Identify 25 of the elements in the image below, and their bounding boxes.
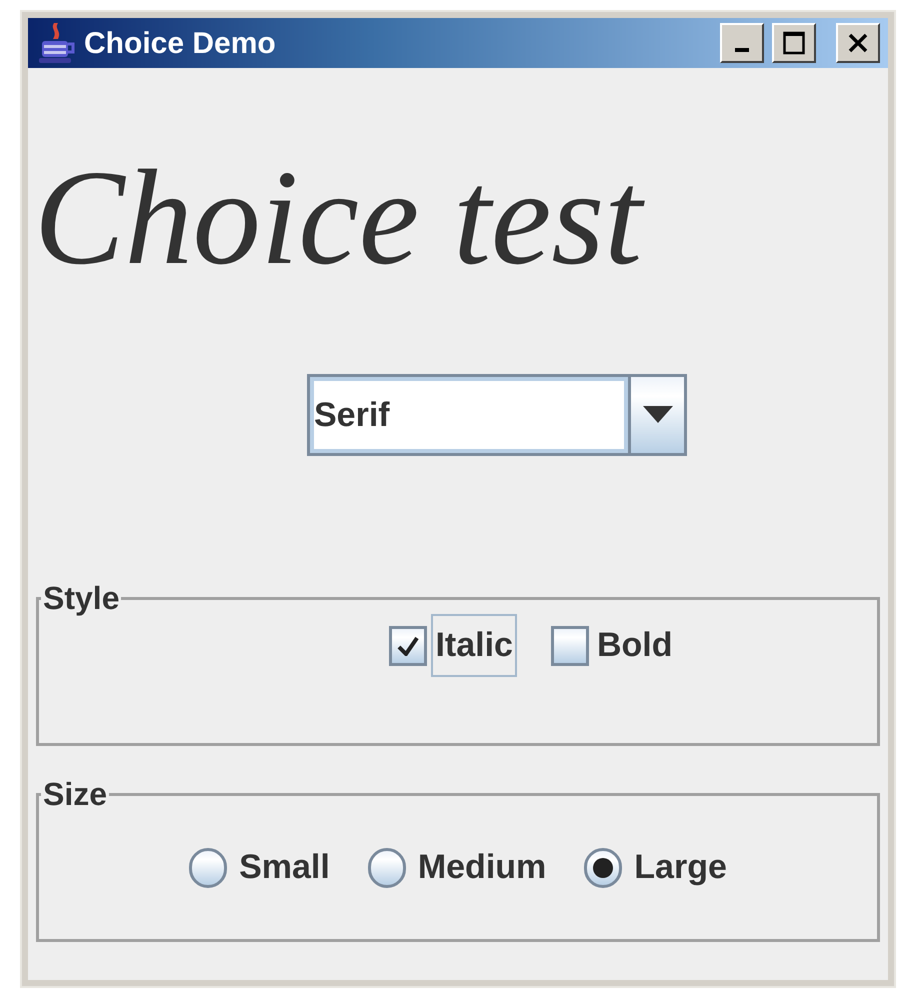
checkbox-label: Italic xyxy=(431,614,517,677)
maximize-button[interactable] xyxy=(772,23,816,63)
radio-button[interactable] xyxy=(368,848,406,888)
window-title: Choice Demo xyxy=(84,26,277,62)
checkbox[interactable] xyxy=(389,626,428,666)
style-group-title: Style xyxy=(42,579,120,618)
preview-text: Choice test xyxy=(34,150,642,286)
checkbox-label: Bold xyxy=(596,625,674,666)
close-button[interactable] xyxy=(836,23,880,63)
dropdown-value: Serif xyxy=(314,394,390,436)
minimize-icon xyxy=(735,48,749,52)
radio-button[interactable] xyxy=(189,848,228,888)
radio-label: Medium xyxy=(418,847,546,888)
size-group-title: Size xyxy=(42,775,108,814)
coffee-cup-icon xyxy=(36,21,76,65)
radio-label: Small xyxy=(239,847,330,888)
close-icon xyxy=(847,32,869,54)
minimize-button[interactable] xyxy=(720,23,764,63)
maximize-icon xyxy=(783,31,805,55)
radio-label: Large xyxy=(634,847,727,888)
font-dropdown[interactable]: Serif xyxy=(307,374,687,456)
checkbox[interactable] xyxy=(550,626,589,666)
radio-button[interactable] xyxy=(584,848,622,888)
dropdown-arrow-icon xyxy=(642,406,672,424)
checkmark-icon xyxy=(397,636,420,656)
